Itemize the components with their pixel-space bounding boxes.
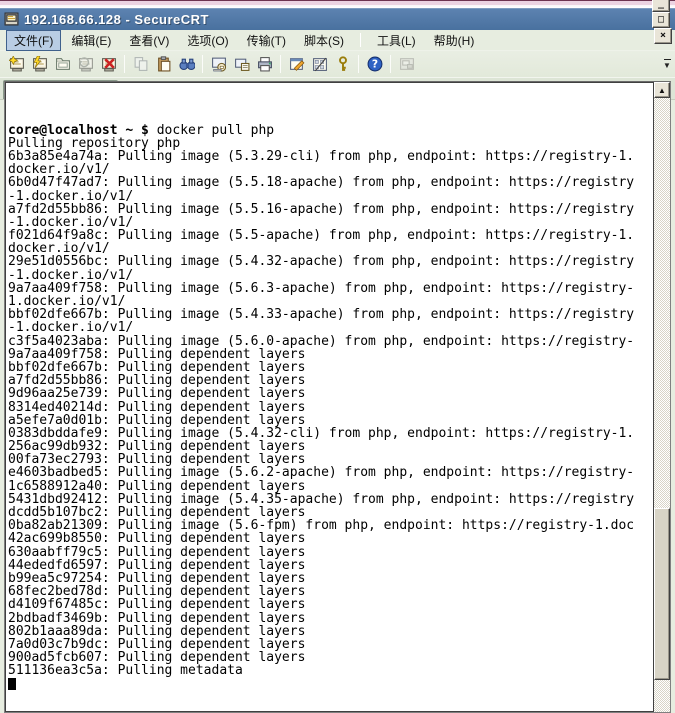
print-icon[interactable] [253, 53, 276, 75]
connect-icon[interactable] [5, 53, 28, 75]
toolbar-overflow-icon[interactable]: ▼ [661, 55, 673, 73]
scrollbar-thumb[interactable] [654, 508, 670, 680]
terminal-prompt-line: core@localhost ~ $ docker pull php [8, 124, 653, 137]
menu-item-2[interactable]: 查看(V) [121, 30, 177, 51]
menu-item-3[interactable]: 选项(O) [179, 30, 236, 51]
terminal-line: 9a7aa409f758: Pulling dependent layers [8, 348, 653, 361]
terminal-line: 42ac699b8550: Pulling dependent layers [8, 532, 653, 545]
terminal-line: a5efe7a0d01b: Pulling dependent layers [8, 414, 653, 427]
terminal-line: 511136ea3c5a: Pulling metadata [8, 664, 653, 677]
properties-icon[interactable] [285, 53, 308, 75]
toolbar: ?▼ [0, 51, 675, 78]
toolbar-separator [280, 55, 281, 73]
terminal-line: a7fd2d55bb86: Pulling image (5.5.16-apac… [8, 203, 653, 216]
terminal-line: 9d96aa25e739: Pulling dependent layers [8, 387, 653, 400]
terminal-line: 8314ed40214d: Pulling dependent layers [8, 401, 653, 414]
help-icon[interactable]: ? [363, 53, 386, 75]
menu-item-4[interactable]: 传输(T) [239, 30, 294, 51]
minimize-button[interactable]: _ [652, 0, 670, 12]
terminal-blank-line [8, 84, 653, 97]
menu-item-7[interactable]: 帮助(H) [426, 30, 483, 51]
window-controls: _□× [650, 0, 672, 44]
vertical-scrollbar[interactable]: ▲ [653, 82, 670, 712]
menu-separator [360, 33, 361, 47]
global-options-icon[interactable] [308, 53, 331, 75]
menu-bar: 文件(F)编辑(E)查看(V)选项(O)传输(T)脚本(S) 工具(L)帮助(H) [0, 30, 675, 51]
terminal-line: -1.docker.io/v1/ [8, 269, 653, 282]
terminal-line: e4603badbed5: Pulling image (5.6.2-apach… [8, 466, 653, 479]
scroll-up-icon[interactable]: ▲ [654, 82, 670, 98]
session-log-icon[interactable] [207, 53, 230, 75]
maximize-button[interactable]: □ [652, 12, 670, 28]
terminal-line: 29e51d0556bc: Pulling image (5.4.32-apac… [8, 255, 653, 268]
terminal-line: 44ededfd6597: Pulling dependent layers [8, 559, 653, 572]
screen-capture-icon [395, 53, 418, 75]
copy-icon [129, 53, 152, 75]
close-button[interactable]: × [654, 28, 672, 44]
terminal-output[interactable]: core@localhost ~ $ docker pull phpPullin… [6, 83, 653, 711]
disconnect-icon[interactable] [97, 53, 120, 75]
terminal-line: 630aabff79c5: Pulling dependent layers [8, 546, 653, 559]
connect-in-tab-icon[interactable] [51, 53, 74, 75]
terminal-line: 1c6588912a40: Pulling dependent layers [8, 480, 653, 493]
toolbar-separator [390, 55, 391, 73]
menu-item-6[interactable]: 工具(L) [369, 30, 424, 51]
menu-item-0[interactable]: 文件(F) [6, 30, 61, 51]
key-icon[interactable] [331, 53, 354, 75]
terminal-blank-line [8, 97, 653, 110]
securecrt-window: 192.168.66.128 - SecureCRT _□× 文件(F)编辑(E… [0, 0, 675, 713]
find-icon[interactable] [175, 53, 198, 75]
terminal-cursor [8, 678, 16, 690]
terminal-line: -1.docker.io/v1/ [8, 321, 653, 334]
trace-options-icon[interactable] [230, 53, 253, 75]
window-top-edge [0, 0, 675, 8]
quick-connect-icon[interactable] [28, 53, 51, 75]
terminal-line: c3f5a4023aba: Pulling image (5.6.0-apach… [8, 335, 653, 348]
toolbar-separator [202, 55, 203, 73]
titlebar[interactable]: 192.168.66.128 - SecureCRT _□× [0, 8, 675, 30]
menu-item-1[interactable]: 编辑(E) [63, 30, 119, 51]
toolbar-separator [124, 55, 125, 73]
window-title: 192.168.66.128 - SecureCRT [24, 12, 650, 27]
terminal-line: d4109f67485c: Pulling dependent layers [8, 598, 653, 611]
svg-text:?: ? [371, 58, 377, 71]
toolbar-separator [358, 55, 359, 73]
reconnect-icon [74, 53, 97, 75]
menu-item-5[interactable]: 脚本(S) [296, 30, 352, 51]
terminal-line: 6b0d47f47ad7: Pulling image (5.5.18-apac… [8, 176, 653, 189]
terminal-line: 802b1aaa89da: Pulling dependent layers [8, 625, 653, 638]
terminal-line: -1.docker.io/v1/ [8, 190, 653, 203]
app-icon [4, 12, 20, 28]
terminal-line: 2bdbadf3469b: Pulling dependent layers [8, 612, 653, 625]
terminal-line: Pulling repository php [8, 137, 653, 150]
paste-icon[interactable] [152, 53, 175, 75]
terminal-frame: core@localhost ~ $ docker pull phpPullin… [4, 81, 671, 713]
